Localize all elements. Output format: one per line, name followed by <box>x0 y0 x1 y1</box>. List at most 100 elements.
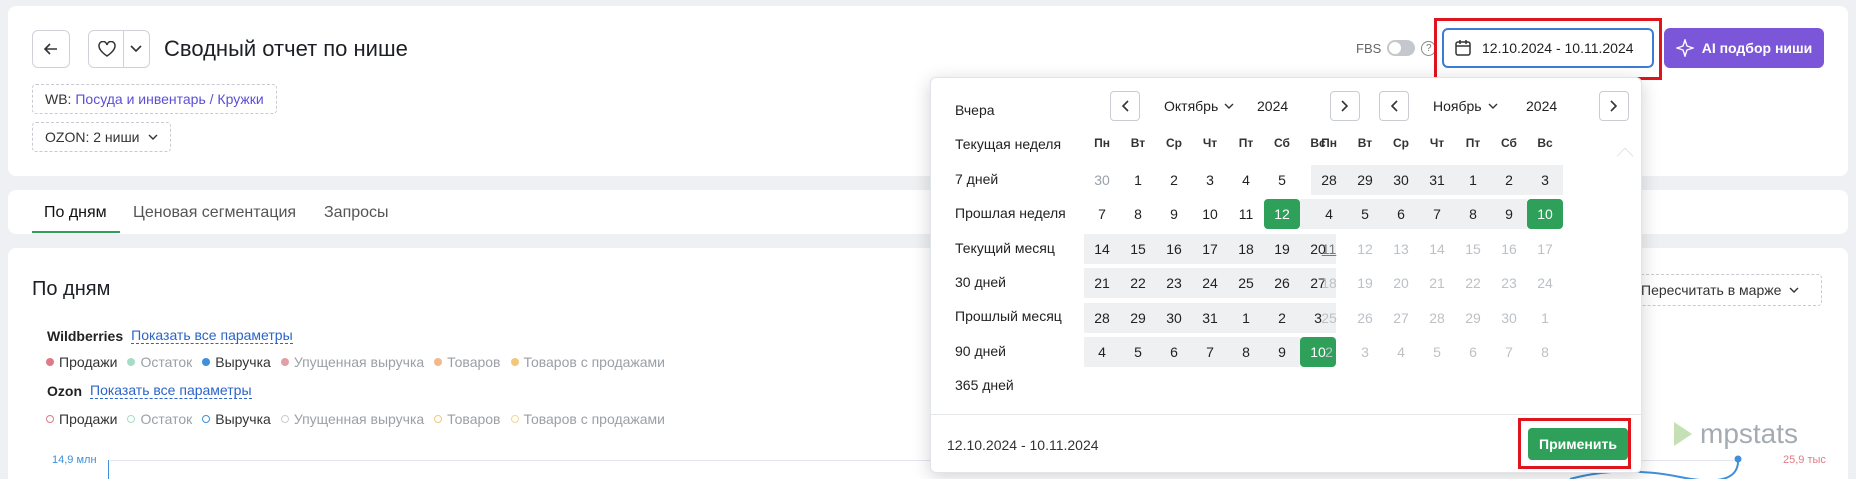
calendar-day[interactable]: 17 <box>1192 233 1228 264</box>
preset-option[interactable]: 30 дней <box>955 274 1006 290</box>
preset-option[interactable]: 7 дней <box>955 171 998 187</box>
ozon-show-all-link[interactable]: Показать все параметры <box>90 382 252 399</box>
calendar-day[interactable]: 1 <box>1120 165 1156 195</box>
calendar-day[interactable]: 24 <box>1527 268 1563 298</box>
calendar-day[interactable]: 13 <box>1383 234 1419 264</box>
calendar-day[interactable]: 28 <box>1084 302 1120 333</box>
right-year-select[interactable]: 2024 <box>1526 98 1557 114</box>
calendar-day[interactable]: 1 <box>1527 303 1563 333</box>
calendar-day[interactable]: 26 <box>1264 268 1300 299</box>
calendar-day[interactable]: 27 <box>1383 303 1419 333</box>
calendar-day[interactable]: 11 <box>1228 199 1264 229</box>
ozon-legend-item[interactable]: Остаток <box>127 411 192 427</box>
calendar-day[interactable]: 26 <box>1347 303 1383 333</box>
calendar-day[interactable]: 28 <box>1311 165 1347 195</box>
calendar-day[interactable]: 6 <box>1455 337 1491 367</box>
calendar-day[interactable]: 31 <box>1419 165 1455 195</box>
calendar-day[interactable]: 9 <box>1264 337 1300 367</box>
calendar-day[interactable]: 9 <box>1156 199 1192 229</box>
calendar-day[interactable]: 28 <box>1419 303 1455 333</box>
ozon-legend-item[interactable]: Выручка <box>202 411 271 427</box>
calendar-day[interactable]: 14 <box>1419 234 1455 264</box>
calendar-day[interactable]: 29 <box>1455 303 1491 333</box>
calendar-day[interactable]: 30 <box>1383 165 1419 195</box>
wb-chip-path[interactable]: Посуда и инвентарь / Кружки <box>75 91 263 107</box>
wb-legend-item[interactable]: Выручка <box>202 354 271 370</box>
tab-price-segmentation[interactable]: Ценовая сегментация <box>133 204 296 222</box>
wb-legend-item[interactable]: Товаров <box>434 354 501 370</box>
calendar-day[interactable]: 15 <box>1120 233 1156 264</box>
calendar-day[interactable]: 21 <box>1084 268 1120 299</box>
calendar-day[interactable]: 8 <box>1120 199 1156 229</box>
calendar-day[interactable]: 10 <box>1527 199 1563 230</box>
calendar-day[interactable]: 10 <box>1192 199 1228 229</box>
calendar-day[interactable]: 5 <box>1120 337 1156 367</box>
tab-by-days[interactable]: По дням <box>44 204 107 222</box>
calendar-day[interactable]: 5 <box>1264 165 1300 195</box>
calendar-day[interactable]: 2 <box>1264 302 1300 333</box>
preset-option[interactable]: Вчера <box>955 102 995 118</box>
calendar-day[interactable]: 7 <box>1084 199 1120 229</box>
calendar-day[interactable]: 8 <box>1228 337 1264 367</box>
fbs-toggle[interactable] <box>1387 40 1416 56</box>
wb-legend-item[interactable]: Остаток <box>127 354 192 370</box>
calendar-day[interactable]: 23 <box>1491 268 1527 298</box>
calendar-day[interactable]: 4 <box>1311 199 1347 230</box>
ai-niche-button[interactable]: AI подбор ниши <box>1664 28 1824 68</box>
prev-month-button[interactable] <box>1110 91 1140 121</box>
back-button[interactable] <box>32 30 70 68</box>
left-year-select[interactable]: 2024 <box>1257 98 1288 114</box>
calendar-day[interactable]: 5 <box>1347 199 1383 230</box>
calendar-day[interactable]: 18 <box>1228 233 1264 264</box>
calendar-day[interactable]: 4 <box>1084 337 1120 367</box>
calendar-day[interactable]: 16 <box>1491 234 1527 264</box>
calendar-day[interactable]: 4 <box>1383 337 1419 367</box>
calendar-day[interactable]: 2 <box>1491 165 1527 195</box>
ozon-legend-item[interactable]: Товаров <box>434 411 501 427</box>
calendar-day[interactable]: 31 <box>1192 302 1228 333</box>
preset-option[interactable]: 90 дней <box>955 343 1006 359</box>
calendar-day[interactable]: 6 <box>1383 199 1419 230</box>
preset-option[interactable]: Текущая неделя <box>955 136 1061 152</box>
calendar-day[interactable]: 1 <box>1455 165 1491 195</box>
calendar-day[interactable]: 24 <box>1192 268 1228 299</box>
calendar-day[interactable]: 12 <box>1347 234 1383 264</box>
next-month-button[interactable] <box>1599 91 1629 121</box>
calendar-day[interactable]: 22 <box>1120 268 1156 299</box>
wb-legend-item[interactable]: Упущенная выручка <box>280 354 424 370</box>
calendar-day[interactable]: 21 <box>1419 268 1455 298</box>
ozon-legend-item[interactable]: Товаров с продажами <box>510 411 665 427</box>
favorite-button[interactable] <box>88 30 150 68</box>
calendar-day[interactable]: 30 <box>1156 302 1192 333</box>
calendar-day[interactable]: 18 <box>1311 268 1347 298</box>
calendar-day[interactable]: 8 <box>1527 337 1563 367</box>
ozon-niche-chip[interactable]: OZON: 2 ниши <box>32 122 171 152</box>
calendar-day[interactable]: 29 <box>1120 302 1156 333</box>
calendar-day[interactable]: 16 <box>1156 233 1192 264</box>
calendar-day[interactable]: 7 <box>1192 337 1228 367</box>
calendar-day[interactable]: 14 <box>1084 233 1120 264</box>
calendar-day[interactable]: 30 <box>1491 303 1527 333</box>
preset-option[interactable]: Прошлый месяц <box>955 308 1062 324</box>
wb-niche-chip[interactable]: WB: Посуда и инвентарь / Кружки <box>32 84 277 114</box>
calendar-day[interactable]: 1 <box>1228 302 1264 333</box>
wb-legend-item[interactable]: Товаров с продажами <box>510 354 665 370</box>
calendar-day[interactable]: 3 <box>1527 165 1563 195</box>
calendar-day[interactable]: 29 <box>1347 165 1383 195</box>
calendar-day[interactable]: 25 <box>1311 303 1347 333</box>
calendar-day[interactable]: 23 <box>1156 268 1192 299</box>
calendar-day[interactable]: 11 <box>1311 234 1347 264</box>
chevron-down-icon[interactable] <box>130 45 142 53</box>
calendar-day[interactable]: 22 <box>1455 268 1491 298</box>
wb-legend-item[interactable]: Продажи <box>46 354 117 370</box>
calendar-day[interactable]: 6 <box>1156 337 1192 367</box>
calendar-day[interactable]: 5 <box>1419 337 1455 367</box>
calendar-day[interactable]: 25 <box>1228 268 1264 299</box>
calendar-day[interactable]: 3 <box>1192 165 1228 195</box>
tab-queries[interactable]: Запросы <box>324 204 389 222</box>
wb-show-all-link[interactable]: Показать все параметры <box>131 327 293 344</box>
calendar-day[interactable]: 17 <box>1527 234 1563 264</box>
calendar-day[interactable]: 19 <box>1264 233 1300 264</box>
next-month-left-button[interactable] <box>1330 91 1360 121</box>
preset-option[interactable]: Прошлая неделя <box>955 205 1066 221</box>
